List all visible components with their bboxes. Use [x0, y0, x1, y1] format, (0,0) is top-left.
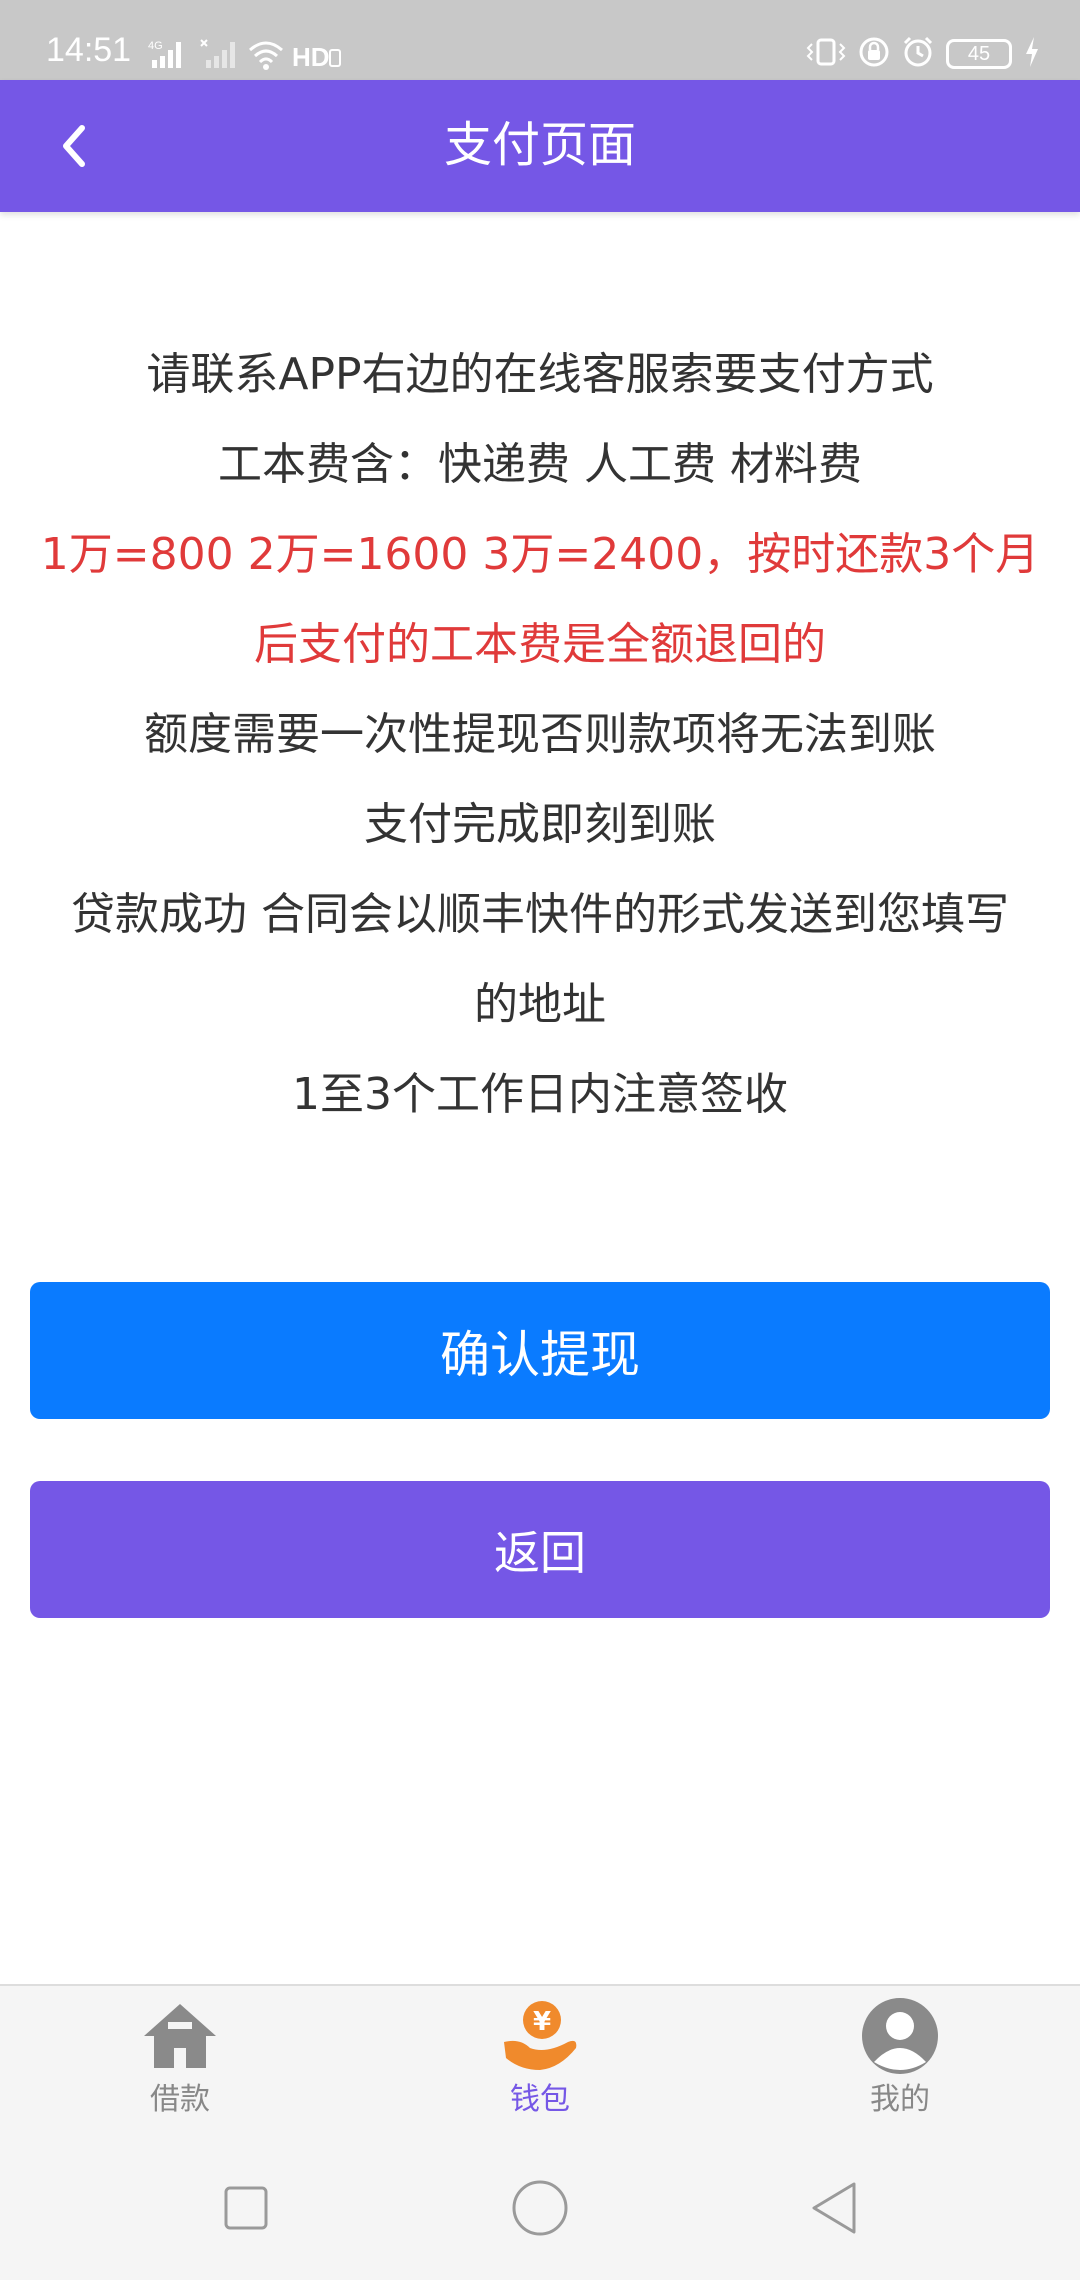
svg-text:¥: ¥ [533, 2007, 551, 2037]
signal-4g-icon: 4G [148, 38, 192, 74]
instruction-line-5: 贷款成功 合同会以顺丰快件的形式发送到您填写 [71, 889, 1009, 940]
network-label: 4G [148, 40, 163, 52]
instruction-line-2: 工本费含：快递费 人工费 材料费 [218, 439, 862, 490]
tab-loan[interactable]: 借款 [80, 1986, 280, 2136]
nav-bar: 支付页面 [0, 80, 1080, 212]
recent-apps-icon [224, 2186, 268, 2230]
instruction-line-7: 1至3个工作日内注意签收 [292, 1069, 788, 1120]
user-avatar-icon [862, 1998, 938, 2074]
page-title: 支付页面 [443, 117, 636, 173]
tab-wallet[interactable]: ¥ 钱包 [440, 1986, 640, 2136]
instruction-line-1: 请联系APP右边的在线客服索要支付方式 [146, 349, 934, 400]
bottom-tab-bar: 借款 ¥ 钱包 我的 [0, 1984, 1080, 2136]
recent-apps-button[interactable] [210, 2172, 282, 2244]
charging-icon [1024, 37, 1040, 71]
back-triangle-icon [812, 2182, 856, 2234]
tab-mine[interactable]: 我的 [800, 1986, 1000, 2136]
wallet-yen-icon: ¥ [504, 2001, 577, 2070]
battery-icon: 45 [946, 39, 1012, 69]
instruction-line-3: 额度需要一次性提现否则款项将无法到账 [144, 709, 936, 760]
wifi-icon [248, 40, 284, 74]
tab-label-mine: 我的 [870, 2082, 930, 2117]
hd-icon: HD [292, 40, 342, 74]
system-back-button[interactable] [798, 2172, 870, 2244]
lock-rotation-icon [858, 36, 890, 72]
instruction-line-6: 的地址 [474, 979, 606, 1030]
alarm-icon [902, 36, 934, 72]
instruction-line-4: 支付完成即刻到账 [364, 799, 716, 850]
battery-level: 45 [967, 43, 991, 65]
vibrate-icon [806, 36, 846, 72]
tab-label-wallet: 钱包 [510, 2082, 570, 2117]
status-left-icons: 4G HD [148, 38, 342, 74]
system-navigation-bar [0, 2136, 1080, 2280]
home-button[interactable] [504, 2172, 576, 2244]
payment-instructions: 请联系APP右边的在线客服索要支付方式 工本费含：快递费 人工费 材料费 1万=… [30, 330, 1050, 1140]
status-time: 14:51 [46, 31, 132, 69]
status-bar: 14:51 4G HD 45 [0, 0, 1080, 80]
fee-highlight-line-2: 后支付的工本费是全额退回的 [254, 619, 826, 670]
tab-label-loan: 借款 [150, 2082, 210, 2117]
fee-highlight-line-1: 1万=800 2万=1600 3万=2400，按时还款3个月 [40, 529, 1040, 580]
status-right-icons: 45 [806, 36, 1040, 72]
house-icon [144, 2004, 216, 2068]
hd-label: HD [292, 42, 330, 70]
return-button[interactable]: 返回 [30, 1481, 1050, 1618]
confirm-withdraw-button[interactable]: 确认提现 [30, 1282, 1050, 1419]
signal-no-service-icon [200, 38, 240, 74]
home-circle-icon [512, 2180, 568, 2236]
